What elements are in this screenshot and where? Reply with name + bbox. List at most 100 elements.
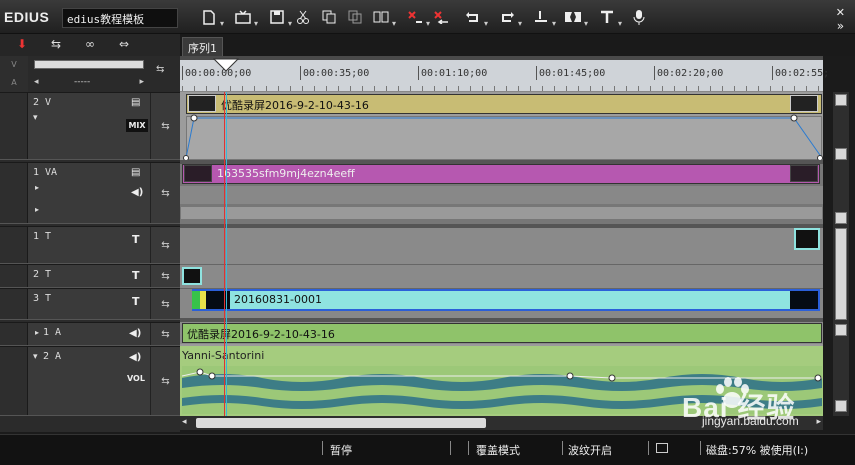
status-pause: 暂停 [330,444,352,457]
gutter-v-label: V [11,60,17,69]
ruler-minor-tick [710,86,711,91]
ruler-minor-tick [470,86,471,91]
set-in-point-icon[interactable]: ⬇ [10,37,34,53]
swap-icon[interactable]: ⇆ [150,323,180,345]
swap-icon[interactable]: ⇆ [150,93,180,159]
video-track-icon[interactable]: ▤ [131,97,140,108]
undo-icon[interactable] [460,6,488,28]
ruler-minor-tick [638,86,639,91]
swap-icon[interactable]: ⇆ [150,163,180,223]
track-selector-value: ----- [74,77,91,87]
track-header-1t[interactable]: 1 T T ⇆ [0,226,180,264]
timeline-ruler[interactable]: 00:00:00;00 00:00:35;00 00:01:10;00 00:01:4… [180,56,829,92]
track-gutter [0,265,28,287]
tab-sequence-1[interactable]: 序列1 [182,37,223,56]
expand-toggle[interactable]: ▾ [33,113,38,123]
swap-icon[interactable]: ⇆ [150,265,180,287]
track-slider[interactable] [34,60,144,69]
track-header-2t[interactable]: 2 T T ⇆ [0,264,180,288]
swap-icon[interactable]: ⇆ [150,289,180,319]
more-icon[interactable]: » [837,19,844,33]
ruler-minor-tick [626,86,627,91]
ruler-minor-tick [494,86,495,91]
scroll-left-icon[interactable]: ◂ [182,417,187,427]
ruler-minor-tick [506,86,507,91]
title-icon[interactable] [594,6,622,28]
speaker-icon[interactable]: ◀) [131,187,143,198]
status-ripple-mode[interactable]: 波纹开启 [568,442,612,458]
track-header-3t[interactable]: 3 T T ⇆ [0,288,180,320]
status-overwrite-mode[interactable]: 覆盖模式 [476,442,520,458]
set-in-icon[interactable] [528,6,556,28]
clip-name: 20160831-0001 [234,293,322,306]
scroll-step-button[interactable] [835,148,847,160]
swap-icon[interactable]: ⇆ [156,64,164,75]
sync-icon[interactable]: ⇆ [44,37,68,53]
playhead-line[interactable] [224,92,225,416]
track-name: 3 T [33,293,52,304]
ruler-minor-tick [338,86,339,91]
speaker-icon[interactable]: ◀) [129,328,141,339]
split-icon[interactable] [560,6,588,28]
clip-va[interactable]: 163535sfm9mj4ezn4eeff [182,164,820,184]
vol-label[interactable]: VOL [127,374,145,383]
track-gutter [0,347,28,415]
status-separator [468,441,469,455]
track-header-2v[interactable]: 2 V ▾ ▤ MIX ⇆ [0,92,180,160]
audio-sublane [180,206,823,220]
horizontal-scroll-thumb[interactable] [196,418,486,428]
paste-icon[interactable] [342,6,368,28]
ruler-major-tick [654,66,655,80]
open-icon[interactable] [230,6,258,28]
opacity-line[interactable] [180,92,823,160]
close-icon[interactable]: ✕ [836,6,845,19]
expand-toggle[interactable]: ▾ [33,352,38,362]
main-toolbar: EDIUS edius教程模板 ▾ ▾ ▾ ▾ ▾ ▾ ▾ ▾ ▾ ▾ ✕ » [0,0,855,34]
track-gutter [0,163,28,223]
cut-icon[interactable] [290,6,316,28]
track-selector[interactable]: ◂ ----- ▸ [34,77,144,90]
clip-audio-1a[interactable]: 优酷录屏2016-9-2-10-43-16 [182,323,822,343]
expand-toggle[interactable]: ▸ [35,183,39,192]
track-header-1a[interactable]: ▸ 1 A ◀) ⇆ [0,322,180,346]
scroll-down-button[interactable] [835,400,847,412]
title-track-icon[interactable]: T [132,295,140,308]
new-file-icon[interactable] [196,6,224,28]
scroll-thumb[interactable] [835,228,847,320]
project-name-field[interactable]: edius教程模板 [62,8,178,28]
gutter-labels: V A [0,56,28,94]
save-icon[interactable] [264,6,292,28]
playhead-marker-icon[interactable] [213,58,239,72]
voiceover-icon[interactable] [626,6,652,28]
track-header-1va[interactable]: 1 VA ▸ ▸ ▤ ◀) ⇆ [0,162,180,224]
snap-icon[interactable]: ⇔ [112,37,136,53]
title-clip-thumbnail[interactable] [182,267,202,285]
title-clip-thumbnail[interactable] [794,228,820,250]
title-track-icon[interactable]: T [132,233,140,246]
ruler-minor-tick [758,86,759,91]
track-name: 1 VA [33,167,58,178]
paste-insert-icon[interactable] [368,6,396,28]
scroll-step-button[interactable] [835,324,847,336]
expand-toggle[interactable]: ▸ [35,205,39,214]
link-icon[interactable]: ∞ [78,37,102,53]
delete-icon[interactable] [402,6,430,28]
ruler-timecode: 00:00:35;00 [303,68,370,79]
redo-icon[interactable] [494,6,522,28]
swap-icon[interactable]: ⇆ [150,347,180,415]
speaker-icon[interactable]: ◀) [129,352,141,363]
video-track-icon[interactable]: ▤ [131,167,140,178]
clip-title-3t[interactable]: 20160831-0001 [192,289,820,311]
track-header-2a[interactable]: ▾ 2 A ◀) VOL ⇆ [0,346,180,416]
expand-toggle[interactable]: ▸ [35,328,39,337]
ruler-minor-tick [530,86,531,91]
ripple-delete-icon[interactable] [428,6,454,28]
vertical-scrollbar[interactable] [833,92,849,416]
scroll-step-button[interactable] [835,212,847,224]
ruler-minor-tick [230,86,231,91]
scroll-up-button[interactable] [835,94,847,106]
mix-button[interactable]: MIX [126,119,148,132]
title-track-icon[interactable]: T [132,269,140,282]
swap-icon[interactable]: ⇆ [150,227,180,263]
copy-icon[interactable] [316,6,342,28]
